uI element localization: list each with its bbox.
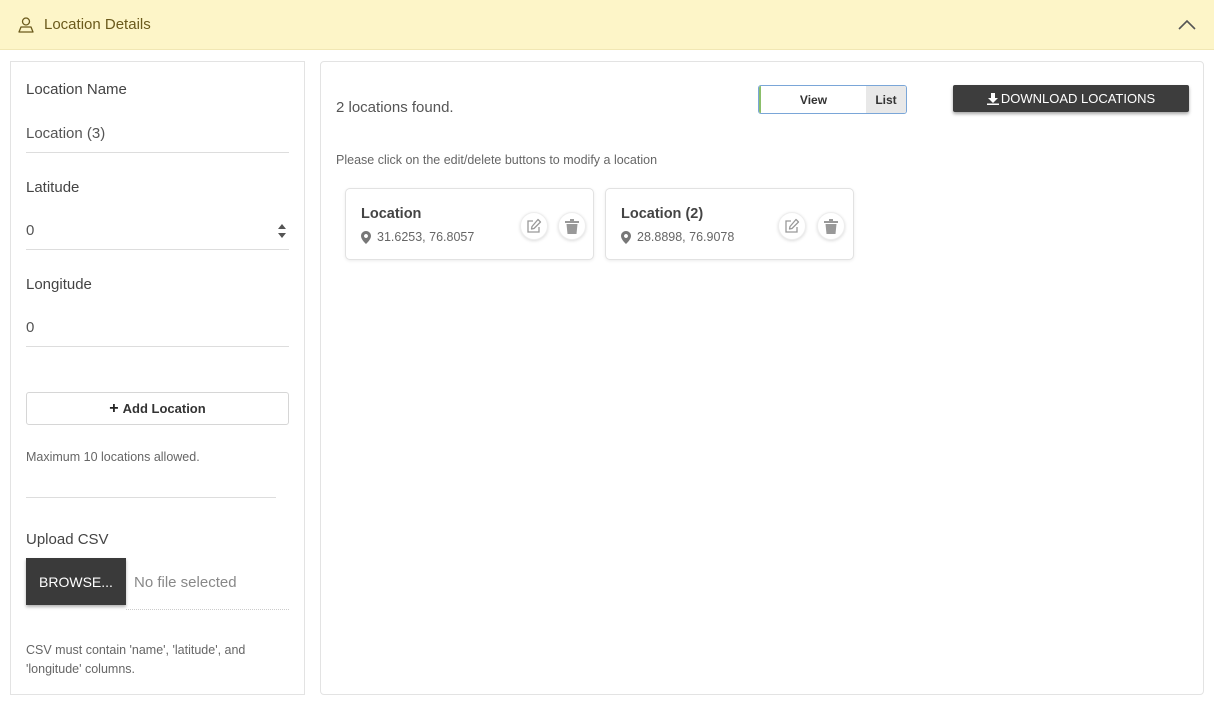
view-toggle: View List — [758, 85, 907, 114]
latitude-label: Latitude — [26, 179, 80, 196]
location-card: Location 31.6253, 76.8057 — [345, 188, 594, 260]
delete-button[interactable] — [817, 212, 845, 240]
person-icon — [18, 17, 34, 33]
divider — [26, 497, 276, 498]
map-pin-icon — [621, 230, 631, 244]
chevron-up-icon[interactable] — [1177, 17, 1197, 31]
upload-csv-label: Upload CSV — [26, 531, 109, 548]
csv-note-line1: CSV must contain 'name', 'latitude', and — [26, 643, 246, 657]
longitude-input[interactable] — [26, 309, 289, 347]
location-card-name: Location — [361, 206, 422, 222]
location-name-input[interactable] — [26, 115, 289, 153]
location-form-panel: Location Name Latitude Longitude + Add L… — [10, 61, 305, 695]
edit-button[interactable] — [778, 212, 806, 240]
coords-text: 31.6253, 76.8057 — [377, 230, 475, 244]
download-icon — [986, 92, 999, 105]
locations-found-text: 2 locations found. — [336, 99, 454, 116]
trash-icon — [565, 218, 579, 234]
delete-button[interactable] — [558, 212, 586, 240]
location-card-name: Location (2) — [621, 206, 704, 222]
max-locations-note: Maximum 10 locations allowed. — [26, 450, 200, 464]
file-status: No file selected — [126, 558, 289, 610]
section-header[interactable]: Location Details — [0, 0, 1214, 50]
longitude-label: Longitude — [26, 276, 92, 293]
location-card: Location (2) 28.8898, 76.9078 — [605, 188, 854, 260]
browse-button[interactable]: BROWSE... — [26, 558, 126, 605]
section-title: Location Details — [44, 16, 151, 33]
edit-icon — [527, 218, 542, 233]
locations-panel: 2 locations found. View List DOWNLOAD LO… — [320, 61, 1204, 695]
add-location-label: Add Location — [122, 401, 206, 416]
download-label: DOWNLOAD LOCATIONS — [1000, 91, 1156, 106]
plus-icon: + — [109, 399, 119, 417]
toggle-view-option[interactable]: View — [759, 86, 866, 113]
download-locations-button[interactable]: DOWNLOAD LOCATIONS — [953, 85, 1189, 112]
location-card-coords: 28.8898, 76.9078 — [621, 230, 734, 244]
edit-button[interactable] — [520, 212, 548, 240]
location-card-coords: 31.6253, 76.8057 — [361, 230, 474, 244]
toggle-list-option[interactable]: List — [866, 86, 906, 113]
trash-icon — [824, 218, 838, 234]
csv-note-line2: 'longitude' columns. — [26, 662, 136, 676]
latitude-input[interactable] — [26, 212, 289, 250]
edit-icon — [785, 218, 800, 233]
map-pin-icon — [361, 230, 371, 244]
add-location-button[interactable]: + Add Location — [26, 392, 289, 425]
coords-text: 28.8898, 76.9078 — [637, 230, 735, 244]
number-spinner-icon[interactable] — [277, 221, 287, 241]
edit-hint: Please click on the edit/delete buttons … — [336, 153, 658, 167]
location-name-label: Location Name — [26, 81, 127, 98]
